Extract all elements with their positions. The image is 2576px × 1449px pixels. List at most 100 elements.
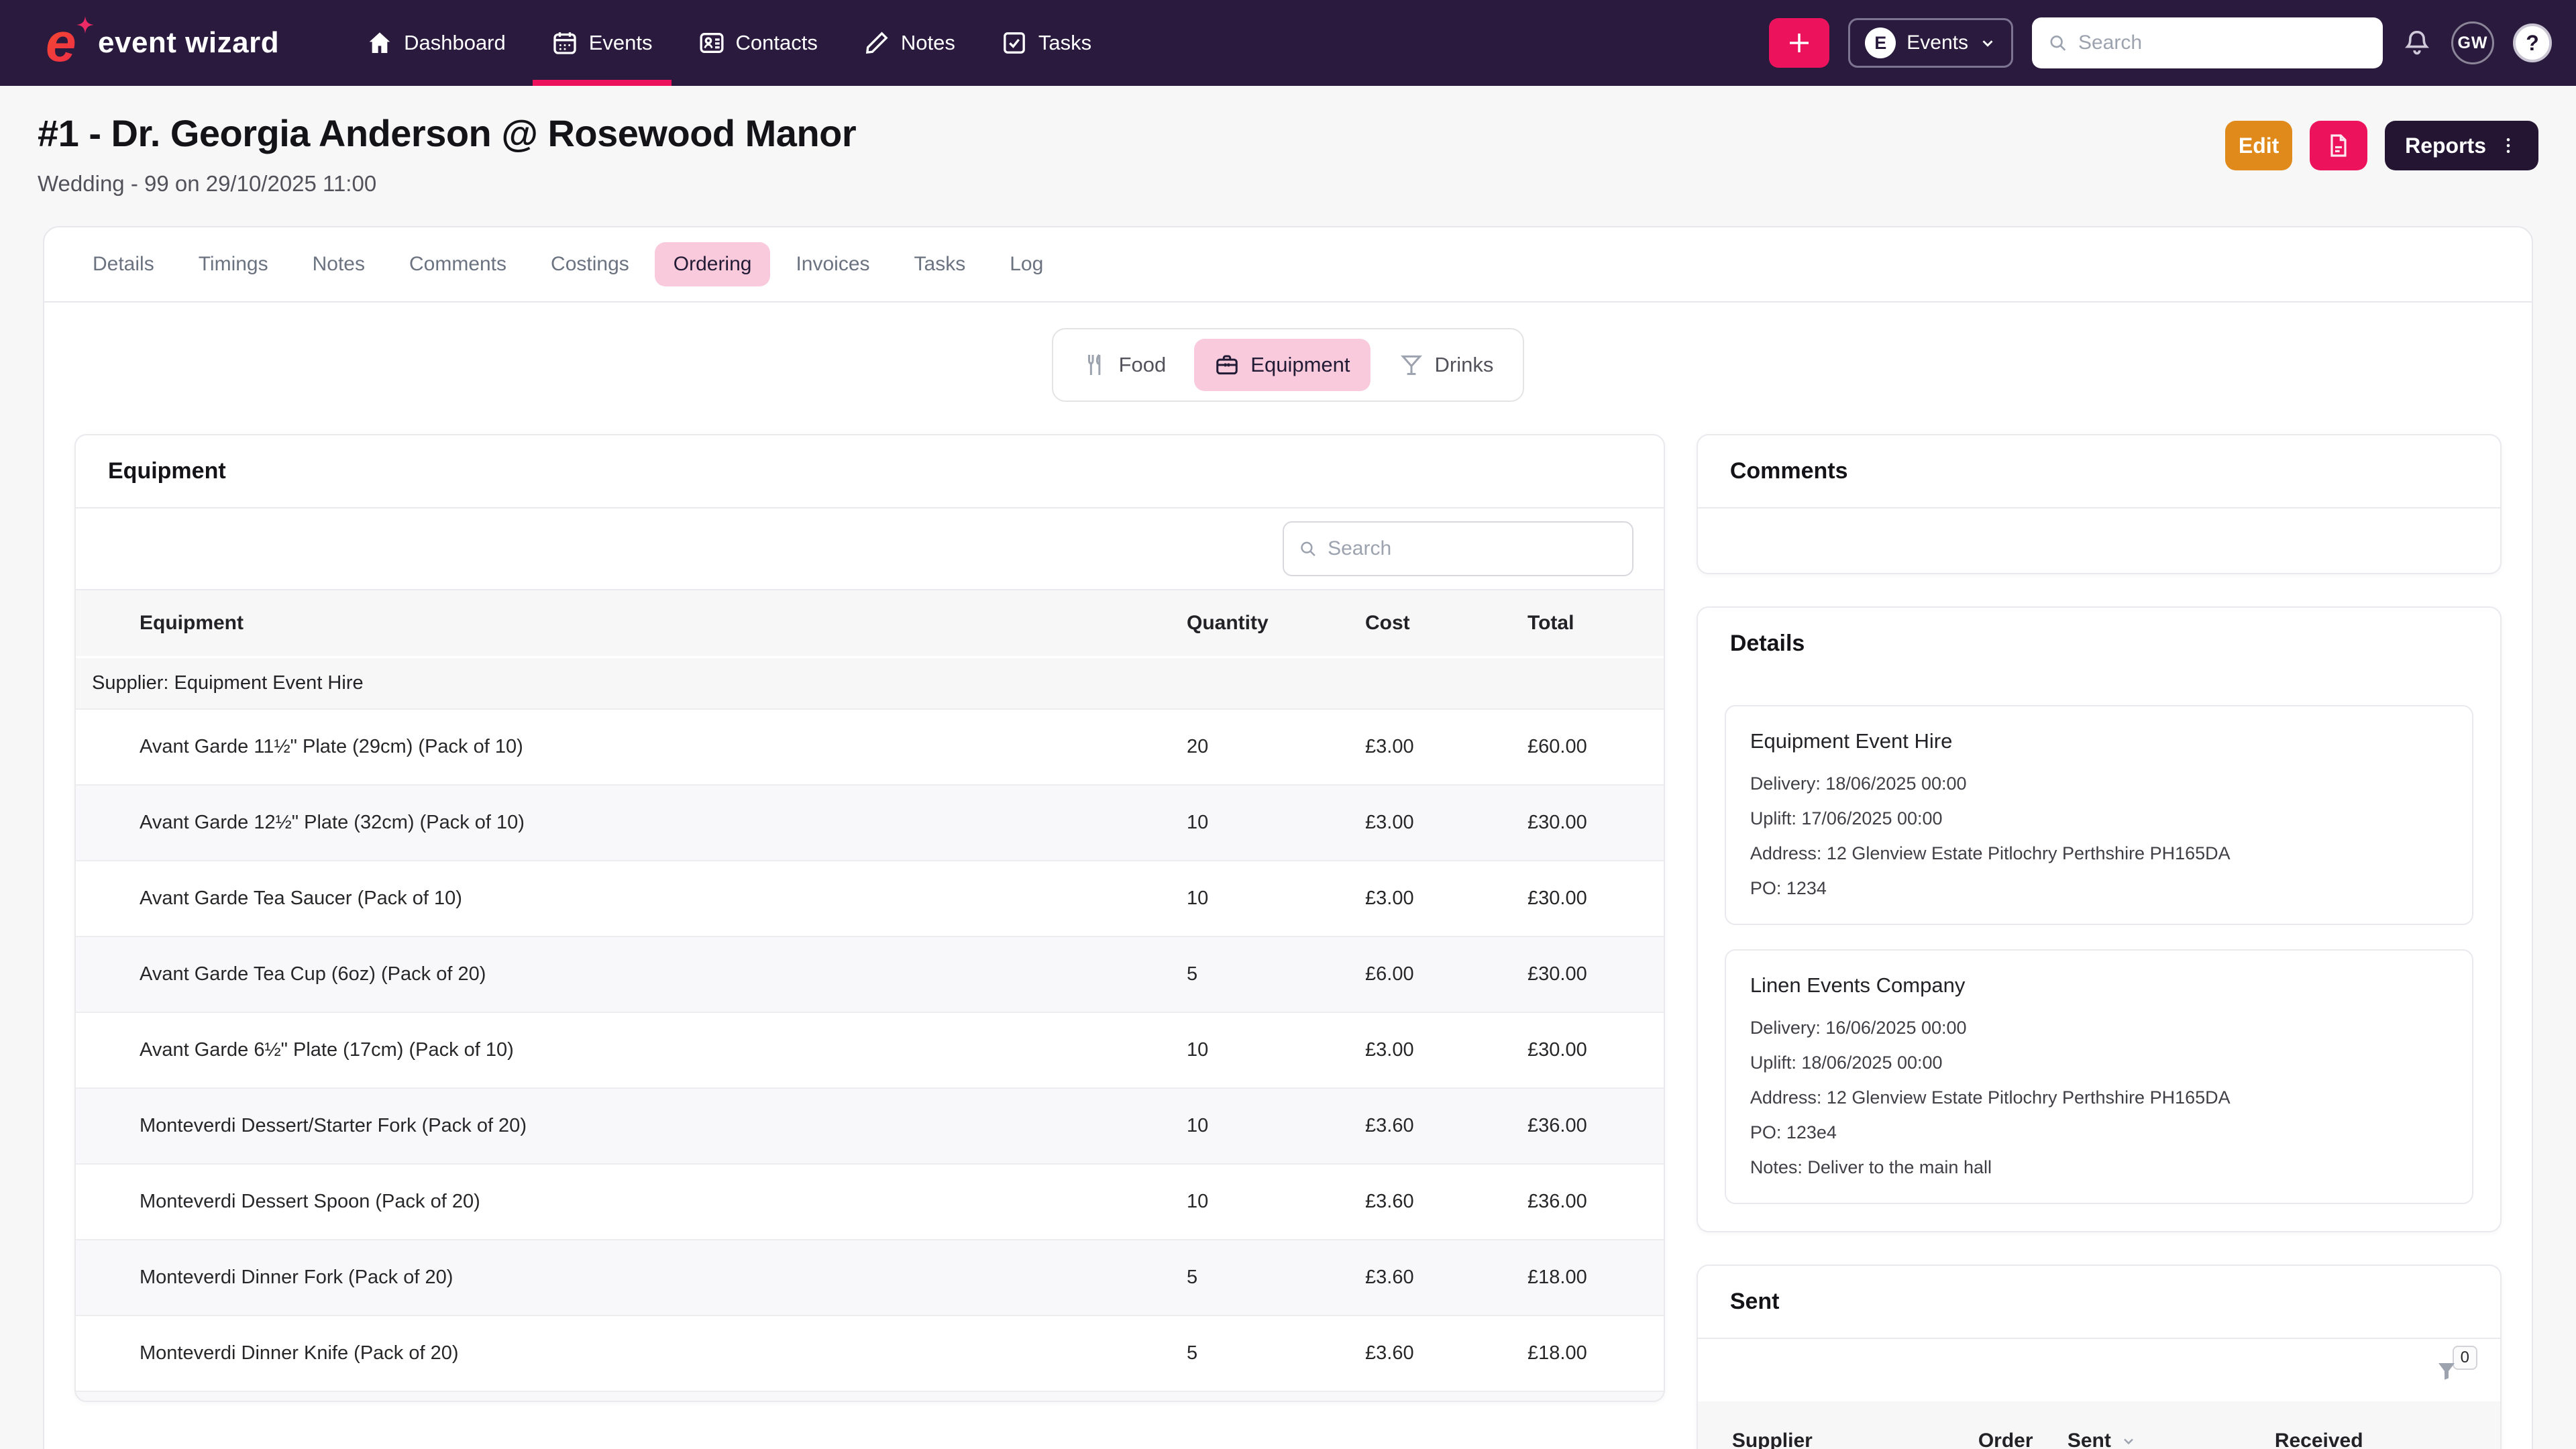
item-total: £18.00	[1527, 1342, 1664, 1364]
item-total: £30.00	[1527, 1039, 1664, 1061]
equipment-table-body: Avant Garde 11½" Plate (29cm) (Pack of 1…	[76, 708, 1664, 1401]
tab-details[interactable]: Details	[74, 242, 173, 286]
edit-button[interactable]: Edit	[2225, 121, 2292, 170]
item-name: Monteverdi Dessert Spoon (Pack of 20)	[76, 1191, 1187, 1213]
item-total: £60.00	[1527, 736, 1664, 758]
reports-label: Reports	[2405, 133, 2486, 158]
equipment-search	[1283, 521, 1633, 576]
supplier-uplift: Uplift: 18/06/2025 00:00	[1750, 1050, 2448, 1075]
page-header: #1 - Dr. Georgia Anderson @ Rosewood Man…	[38, 111, 2538, 197]
document-icon	[2325, 132, 2352, 159]
help-button[interactable]: ?	[2513, 23, 2552, 62]
item-cost: £3.00	[1365, 812, 1527, 834]
item-name: Monteverdi Dinner Knife (Pack of 20)	[76, 1342, 1187, 1364]
table-row[interactable]: Avant Garde 11½" Plate (29cm) (Pack of 1…	[76, 708, 1664, 784]
nav-item-dashboard[interactable]: Dashboard	[343, 0, 529, 86]
sent-column-order: Order	[1978, 1430, 2068, 1449]
segment-drinks[interactable]: Drinks	[1379, 339, 1514, 391]
bell-icon[interactable]	[2402, 28, 2432, 58]
item-cost: £3.60	[1365, 1115, 1527, 1137]
item-total: £30.00	[1527, 963, 1664, 985]
item-name: Avant Garde 11½" Plate (29cm) (Pack of 1…	[76, 736, 1187, 758]
item-quantity: 10	[1187, 1115, 1365, 1137]
item-name: Avant Garde Tea Cup (6oz) (Pack of 20)	[76, 963, 1187, 985]
supplier-address: Address: 12 Glenview Estate Pitlochry Pe…	[1750, 1085, 2448, 1110]
item-total: £36.00	[1527, 1191, 1664, 1213]
sent-column-sent[interactable]: Sent	[2068, 1430, 2275, 1449]
supplier-po: PO: 123e4	[1750, 1120, 2448, 1145]
tab-timings[interactable]: Timings	[180, 242, 287, 286]
item-quantity: 5	[1187, 963, 1365, 985]
comments-card: Comments	[1697, 434, 2502, 574]
brand-logo[interactable]: e event wizard	[43, 0, 279, 86]
nav-item-tasks[interactable]: Tasks	[978, 0, 1114, 86]
sent-card: Sent 0 Supplier Order Sent	[1697, 1265, 2502, 1449]
supplier-po: PO: 1234	[1750, 875, 2448, 901]
item-quantity: 5	[1187, 1267, 1365, 1289]
details-card-title: Details	[1730, 631, 2468, 657]
table-row[interactable]: Monteverdi Dessert Spoon (Pack of 20) 10…	[76, 1163, 1664, 1239]
context-switcher[interactable]: E Events	[1848, 18, 2013, 68]
item-total: £18.00	[1527, 1267, 1664, 1289]
pencil-icon	[863, 30, 890, 56]
tab-tasks[interactable]: Tasks	[896, 242, 985, 286]
reports-button[interactable]: Reports	[2385, 121, 2538, 170]
segment-food[interactable]: Food	[1063, 339, 1187, 391]
header-actions: E Events GW ?	[1769, 0, 2552, 86]
table-row[interactable]: Avant Garde 6½" Plate (17cm) (Pack of 10…	[76, 1012, 1664, 1087]
user-avatar[interactable]: GW	[2451, 21, 2494, 64]
nav-item-notes[interactable]: Notes	[841, 0, 978, 86]
segment-equipment[interactable]: Equipment	[1194, 339, 1370, 391]
equipment-card: Equipment Equipment Quantity Cost Total …	[74, 434, 1665, 1402]
table-row[interactable]: Avant Garde 12½" Plate (32cm) (Pack of 1…	[76, 784, 1664, 860]
item-cost: £3.00	[1365, 1039, 1527, 1061]
equipment-search-input[interactable]	[1328, 537, 1617, 560]
sent-column-received: Received	[2275, 1430, 2363, 1449]
supplier-group-row: Supplier: Equipment Event Hire	[76, 656, 1664, 708]
document-button[interactable]	[2310, 121, 2367, 170]
column-quantity: Quantity	[1187, 612, 1365, 635]
item-quantity: 10	[1187, 1191, 1365, 1213]
item-name: Monteverdi Dessert/Starter Fork (Pack of…	[76, 1115, 1187, 1137]
event-panel: Details Timings Notes Comments Costings …	[43, 226, 2533, 1449]
nav-label: Notes	[901, 31, 955, 55]
tab-costings[interactable]: Costings	[532, 242, 648, 286]
brand-name: event wizard	[98, 26, 279, 60]
tab-invoices[interactable]: Invoices	[777, 242, 888, 286]
equipment-table-header: Equipment Quantity Cost Total	[76, 589, 1664, 656]
sent-filter-row: 0	[1698, 1339, 2500, 1399]
tab-ordering[interactable]: Ordering	[655, 242, 771, 286]
item-total: £30.00	[1527, 888, 1664, 910]
comments-empty-body	[1698, 508, 2500, 573]
item-name: Monteverdi Dinner Fork (Pack of 20)	[76, 1267, 1187, 1289]
sent-card-title: Sent	[1730, 1289, 2468, 1315]
context-label: Events	[1907, 32, 1968, 54]
brand-logo-icon: e	[43, 15, 91, 71]
item-cost: £3.60	[1365, 1191, 1527, 1213]
sent-table-header: Supplier Order Sent Received	[1698, 1399, 2500, 1449]
cocktail-icon	[1399, 352, 1424, 378]
tab-notes[interactable]: Notes	[294, 242, 384, 286]
calendar-icon	[551, 30, 578, 56]
page-subtitle: Wedding - 99 on 29/10/2025 11:00	[38, 171, 856, 197]
app-header: e event wizard Dashboard Events	[0, 0, 2576, 86]
table-row[interactable]: Monteverdi Dinner Fork (Pack of 20) 5 £3…	[76, 1239, 1664, 1315]
supplier-notes: Notes: Deliver to the main hall	[1750, 1155, 2448, 1180]
tab-comments[interactable]: Comments	[390, 242, 525, 286]
table-row[interactable]: Monteverdi Dessert/Starter Fork (Pack of…	[76, 1087, 1664, 1163]
table-row[interactable]: Avant Garde Tea Saucer (Pack of 10) 10 £…	[76, 860, 1664, 936]
supplier-uplift: Uplift: 17/06/2025 00:00	[1750, 806, 2448, 831]
funnel-icon[interactable]	[2434, 1359, 2459, 1383]
add-button[interactable]	[1769, 18, 1829, 68]
nav-item-events[interactable]: Events	[529, 0, 676, 86]
nav-item-contacts[interactable]: Contacts	[676, 0, 841, 86]
table-row[interactable]: Monteverdi Dinner Knife (Pack of 20) 5 £…	[76, 1315, 1664, 1391]
nav-label: Dashboard	[404, 31, 506, 55]
supplier-delivery: Delivery: 18/06/2025 00:00	[1750, 771, 2448, 796]
global-search-input[interactable]	[2078, 32, 2367, 54]
main-nav: Dashboard Events Contacts	[343, 0, 1114, 86]
nav-label: Contacts	[736, 31, 818, 55]
tab-log[interactable]: Log	[991, 242, 1062, 286]
item-name: Avant Garde 12½" Plate (32cm) (Pack of 1…	[76, 812, 1187, 834]
table-row[interactable]: Avant Garde Tea Cup (6oz) (Pack of 20) 5…	[76, 936, 1664, 1012]
